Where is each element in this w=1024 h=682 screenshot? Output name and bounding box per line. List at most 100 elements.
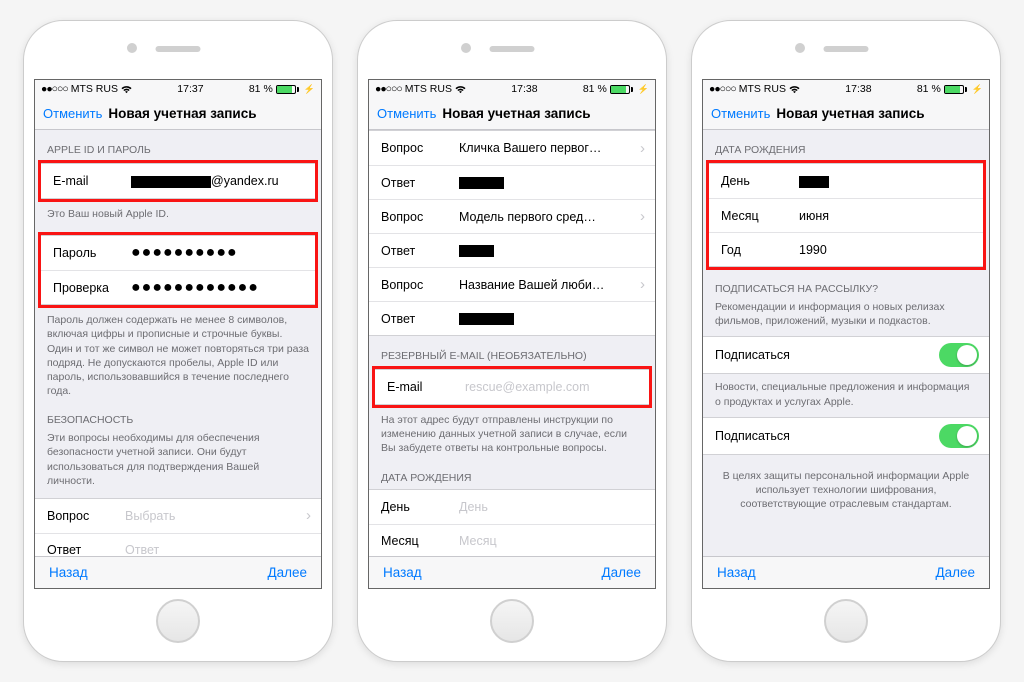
content-scroll[interactable]: APPLE ID И ПАРОЛЬ E-mail @yandex.ru Это …	[35, 130, 321, 556]
answer1-row[interactable]: Ответ	[369, 165, 655, 199]
status-bar: ●●○○○ MTS RUS 17:38 81 % ⚡	[369, 80, 655, 98]
content-scroll[interactable]: ДАТА РОЖДЕНИЯ День Месяц июня Год 1990	[703, 130, 989, 556]
day-label: День	[721, 174, 799, 188]
email-label: E-mail	[53, 174, 131, 188]
next-button[interactable]: Далее	[601, 565, 641, 580]
day-placeholder: День	[459, 500, 645, 514]
wifi-icon	[121, 85, 132, 94]
month-row[interactable]: Месяц Месяц	[369, 524, 655, 556]
backup-email-placeholder: rescue@example.com	[465, 380, 639, 394]
footer-security: Эти вопросы необходимы для обеспечения б…	[35, 431, 321, 490]
home-button[interactable]	[156, 599, 200, 643]
wifi-icon	[789, 85, 800, 94]
question2-value: Модель первого сред…	[459, 210, 636, 224]
answer1-value	[459, 176, 645, 190]
screen: ●●○○○ MTS RUS 17:38 81 % ⚡ Отменить Нова…	[368, 79, 656, 589]
month-value: июня	[799, 209, 973, 223]
day-value	[799, 174, 973, 188]
signal-dots-icon: ●●○○○	[709, 83, 736, 95]
charging-bolt-icon: ⚡	[972, 84, 983, 95]
clock-label: 17:37	[177, 83, 203, 95]
answer-label: Ответ	[47, 543, 125, 556]
page-title: Новая учетная запись	[442, 106, 590, 121]
screen: ●●○○○ MTS RUS 17:38 81 % ⚡ Отменить Нова…	[702, 79, 990, 589]
home-button[interactable]	[490, 599, 534, 643]
question-label: Вопрос	[47, 509, 125, 523]
cancel-button[interactable]: Отменить	[711, 106, 770, 121]
back-button[interactable]: Назад	[717, 565, 756, 580]
battery-percent-label: 81 %	[249, 83, 273, 95]
year-row[interactable]: Год 1990	[709, 232, 983, 266]
question-label: Вопрос	[381, 278, 459, 292]
section-header-subscribe: ПОДПИСАТЬСЯ НА РАССЫЛКУ?	[703, 269, 989, 300]
status-bar: ●●○○○ MTS RUS 17:37 81 % ⚡	[35, 80, 321, 98]
year-label: Год	[721, 243, 799, 257]
cancel-button[interactable]: Отменить	[377, 106, 436, 121]
question1-row[interactable]: Вопрос Кличка Вашего первог… ›	[369, 131, 655, 165]
day-row[interactable]: День День	[369, 490, 655, 524]
footer-password: Пароль должен содержать не менее 8 симво…	[35, 307, 321, 400]
next-button[interactable]: Далее	[267, 565, 307, 580]
section-header-security: БЕЗОПАСНОСТЬ	[35, 400, 321, 431]
question2-row[interactable]: Вопрос Модель первого сред… ›	[369, 199, 655, 233]
subscribe1-toggle[interactable]	[939, 343, 979, 367]
back-button[interactable]: Назад	[49, 565, 88, 580]
month-label: Месяц	[381, 534, 459, 548]
backup-email-row[interactable]: E-mail rescue@example.com	[375, 370, 649, 404]
screen: ●●○○○ MTS RUS 17:37 81 % ⚡ Отменить Нова…	[34, 79, 322, 589]
section-header-appleid: APPLE ID И ПАРОЛЬ	[35, 130, 321, 161]
answer3-row[interactable]: Ответ	[369, 301, 655, 335]
answer-label: Ответ	[381, 312, 459, 326]
charging-bolt-icon: ⚡	[638, 84, 649, 95]
answer2-row[interactable]: Ответ	[369, 233, 655, 267]
battery-icon	[944, 85, 967, 94]
carrier-label: MTS RUS	[71, 83, 118, 95]
wifi-icon	[455, 85, 466, 94]
subscribe-label: Подписаться	[715, 429, 939, 443]
back-button[interactable]: Назад	[383, 565, 422, 580]
email-value: @yandex.ru	[131, 174, 305, 188]
section-header-backup: РЕЗЕРВНЫЙ E-MAIL (НЕОБЯЗАТЕЛЬНО)	[369, 336, 655, 367]
question-placeholder: Выбрать	[125, 509, 302, 523]
page-title: Новая учетная запись	[776, 106, 924, 121]
question-row[interactable]: Вопрос Выбрать ›	[35, 499, 321, 533]
clock-label: 17:38	[511, 83, 537, 95]
content-scroll[interactable]: Вопрос Кличка Вашего первог… › Ответ Воп…	[369, 130, 655, 556]
answer3-value	[459, 312, 645, 326]
question3-value: Название Вашей люби…	[459, 278, 636, 292]
home-button[interactable]	[824, 599, 868, 643]
footer-sub1: Рекомендации и информация о новых релиза…	[703, 300, 989, 330]
phone-mockup-3: ●●○○○ MTS RUS 17:38 81 % ⚡ Отменить Нова…	[691, 20, 1001, 662]
answer-row[interactable]: Ответ Ответ	[35, 533, 321, 556]
subscribe2-row: Подписаться	[703, 418, 989, 454]
next-button[interactable]: Далее	[935, 565, 975, 580]
carrier-label: MTS RUS	[739, 83, 786, 95]
question3-row[interactable]: Вопрос Название Вашей люби… ›	[369, 267, 655, 301]
footer-privacy: В целях защиты персональной информации A…	[703, 455, 989, 526]
verify-row[interactable]: Проверка ●●●●●●●●●●●●	[41, 270, 315, 304]
battery-icon	[276, 85, 299, 94]
email-row[interactable]: E-mail @yandex.ru	[41, 164, 315, 198]
month-label: Месяц	[721, 209, 799, 223]
backup-email-label: E-mail	[387, 380, 465, 394]
question-label: Вопрос	[381, 210, 459, 224]
footer-appleid: Это Ваш новый Apple ID.	[35, 201, 321, 223]
day-row[interactable]: День	[709, 164, 983, 198]
charging-bolt-icon: ⚡	[304, 84, 315, 95]
answer-placeholder: Ответ	[125, 543, 311, 556]
bottom-bar: Назад Далее	[369, 556, 655, 588]
highlight-password: Пароль ●●●●●●●●●● Проверка ●●●●●●●●●●●●	[38, 232, 318, 308]
carrier-label: MTS RUS	[405, 83, 452, 95]
subscribe2-toggle[interactable]	[939, 424, 979, 448]
phone-mockup-1: ●●○○○ MTS RUS 17:37 81 % ⚡ Отменить Нова…	[23, 20, 333, 662]
highlight-email: E-mail @yandex.ru	[38, 160, 318, 202]
cancel-button[interactable]: Отменить	[43, 106, 102, 121]
bottom-bar: Назад Далее	[35, 556, 321, 588]
footer-sub2: Новости, специальные предложения и инфор…	[703, 374, 989, 410]
month-row[interactable]: Месяц июня	[709, 198, 983, 232]
chevron-right-icon: ›	[306, 507, 311, 524]
answer-label: Ответ	[381, 176, 459, 190]
password-row[interactable]: Пароль ●●●●●●●●●●	[41, 236, 315, 270]
section-header-dob: ДАТА РОЖДЕНИЯ	[703, 130, 989, 161]
signal-dots-icon: ●●○○○	[375, 83, 402, 95]
